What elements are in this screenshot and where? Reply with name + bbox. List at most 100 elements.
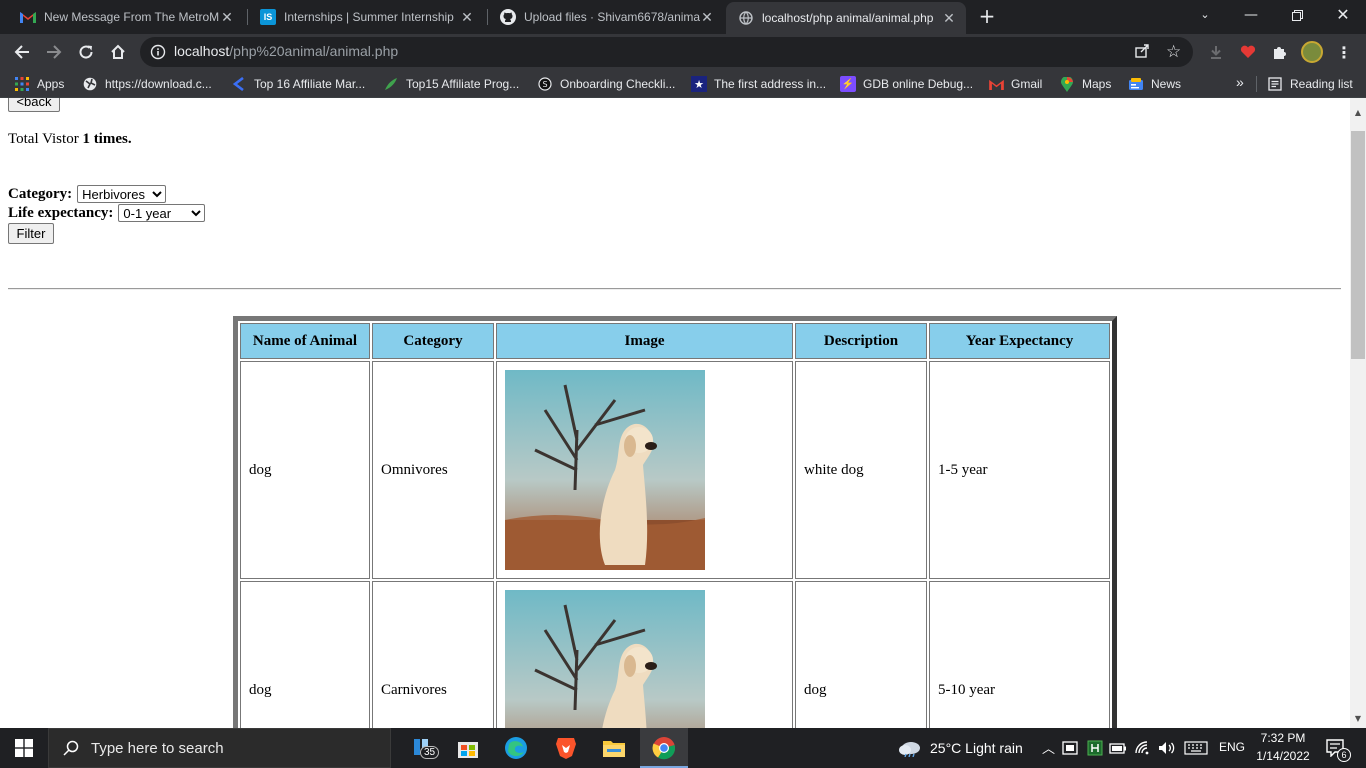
tab-internshala[interactable]: IS Internships | Summer Internship ✕ <box>248 0 484 34</box>
filter-button[interactable]: Filter <box>8 223 54 244</box>
back-button[interactable]: <back <box>8 98 60 112</box>
info-icon[interactable] <box>150 44 166 64</box>
reading-list-icon <box>1267 76 1283 92</box>
weather-text[interactable]: 25°C Light rain <box>930 740 1023 756</box>
close-icon[interactable]: ✕ <box>942 10 956 27</box>
gmail-icon <box>20 9 36 25</box>
category-label: Category: <box>8 185 73 202</box>
chrome-taskbar-active[interactable] <box>640 728 688 768</box>
brave-browser-icon[interactable] <box>552 734 580 762</box>
life-expectancy-select[interactable]: 0-1 year <box>118 204 206 222</box>
bookmark-gmail[interactable]: Gmail <box>988 76 1042 92</box>
battery-icon[interactable] <box>1108 734 1128 762</box>
share-icon[interactable] <box>1134 43 1150 63</box>
scroll-down-arrow-icon[interactable]: ▼ <box>1350 711 1366 727</box>
category-select[interactable]: Herbivores <box>77 185 167 203</box>
home-icon[interactable] <box>104 39 132 65</box>
header-year-expectancy: Year Expectancy <box>929 323 1110 359</box>
download-icon[interactable] <box>1202 39 1230 65</box>
tray-green-icon[interactable] <box>1085 734 1105 762</box>
address-bar[interactable]: localhost/php%20animal/animal.php ☆ <box>140 37 1193 67</box>
animals-table-container: Name of Animal Category Image Descriptio… <box>233 316 1117 728</box>
edge-browser-icon[interactable] <box>502 734 530 762</box>
reading-list-button[interactable]: Reading list <box>1267 76 1353 92</box>
search-placeholder: Type here to search <box>91 739 224 757</box>
tab-search-chevron-icon[interactable]: ⌄ <box>1182 0 1228 32</box>
menu-kebab-icon[interactable]: ⋮ <box>1330 39 1358 65</box>
profile-avatar[interactable] <box>1298 39 1326 65</box>
reading-list-label: Reading list <box>1290 77 1353 91</box>
bookmark-apps[interactable]: Apps <box>14 76 64 92</box>
bookmark-icon <box>231 76 247 92</box>
globe-icon <box>738 10 754 26</box>
weather-cloud-icon[interactable] <box>896 734 924 762</box>
keyboard-icon[interactable] <box>1183 734 1209 762</box>
url-text: localhost/php%20animal/animal.php <box>174 43 398 59</box>
file-explorer-icon[interactable] <box>600 734 628 762</box>
visitor-prefix: Total Vistor <box>8 131 83 147</box>
browser-toolbar: localhost/php%20animal/animal.php ☆ ⋮ <box>0 34 1366 70</box>
close-icon[interactable]: ✕ <box>460 9 474 26</box>
tab-title: Internships | Summer Internship <box>284 10 454 24</box>
cell-years: 5-10 year <box>929 581 1110 728</box>
dog-photo <box>505 590 705 728</box>
restore-button[interactable] <box>1274 0 1320 32</box>
tray-chevron-icon[interactable]: ︿ <box>1042 738 1055 757</box>
bookmark-label: Onboarding Checkli... <box>560 77 676 91</box>
forward-arrow-icon[interactable] <box>40 39 68 65</box>
bookmark-affiliate-16[interactable]: Top 16 Affiliate Mar... <box>231 76 365 92</box>
close-window-button[interactable]: ✕ <box>1320 0 1366 32</box>
minimize-button[interactable]: — <box>1228 0 1274 32</box>
bookmark-gdb[interactable]: ⚡ GDB online Debug... <box>840 76 973 92</box>
wifi-icon[interactable] <box>1133 734 1153 762</box>
new-tab-button[interactable]: + <box>976 5 998 29</box>
language-indicator[interactable]: ENG <box>1219 740 1245 754</box>
task-view-icon[interactable]: 35 <box>410 734 440 762</box>
tab-gmail[interactable]: New Message From The MetroM ✕ <box>8 0 244 34</box>
search-icon <box>63 740 79 756</box>
news-icon <box>1128 76 1144 92</box>
bolt-icon: ⚡ <box>840 76 856 92</box>
reload-icon[interactable] <box>72 39 100 65</box>
bookmark-first-address[interactable]: ★ The first address in... <box>691 76 826 92</box>
bookmarks-overflow-button[interactable]: » <box>1236 74 1244 90</box>
bookmark-label: GDB online Debug... <box>863 77 974 91</box>
globe-icon <box>82 76 98 92</box>
volume-icon[interactable] <box>1157 734 1177 762</box>
bookmark-download[interactable]: https://download.c... <box>82 76 212 92</box>
bookmark-label: Maps <box>1082 77 1112 91</box>
header-category: Category <box>372 323 494 359</box>
windows-start-icon[interactable] <box>10 734 38 762</box>
bookmark-star-icon[interactable]: ☆ <box>1166 42 1181 62</box>
cell-category: Omnivores <box>372 361 494 579</box>
bookmark-news[interactable]: News <box>1128 76 1181 92</box>
microsoft-store-icon[interactable] <box>454 734 482 762</box>
scrollbar-thumb[interactable] <box>1351 131 1365 359</box>
close-icon[interactable]: ✕ <box>220 9 234 26</box>
notification-center-icon[interactable]: 6 <box>1322 734 1351 762</box>
tab-github[interactable]: Upload files · Shivam6678/animal ✕ <box>488 0 724 34</box>
clock-date[interactable]: 1/14/2022 <box>1253 749 1313 763</box>
close-icon[interactable]: ✕ <box>700 9 714 26</box>
bookmark-label: Apps <box>37 77 65 91</box>
header-description: Description <box>795 323 927 359</box>
bookmark-affiliate-15[interactable]: Top15 Affiliate Prog... <box>383 76 519 92</box>
tab-localhost-active[interactable]: localhost/php animal/animal.php ✕ <box>726 2 966 34</box>
clock-time[interactable]: 7:32 PM <box>1258 731 1308 745</box>
tray-app-icon[interactable] <box>1060 734 1080 762</box>
back-arrow-icon[interactable] <box>8 39 36 65</box>
bookmark-onboarding[interactable]: S Onboarding Checkli... <box>537 76 675 92</box>
cell-image <box>496 581 793 728</box>
extensions-puzzle-icon[interactable] <box>1266 39 1294 65</box>
cell-description: dog <box>795 581 927 728</box>
header-name: Name of Animal <box>240 323 370 359</box>
star-icon: ★ <box>691 76 707 92</box>
scroll-up-arrow-icon[interactable]: ▲ <box>1350 105 1366 121</box>
cell-category: Carnivores <box>372 581 494 728</box>
apps-grid-icon <box>14 76 30 92</box>
taskbar-search-input[interactable]: Type here to search <box>48 728 391 768</box>
heart-extension-icon[interactable] <box>1234 39 1262 65</box>
visitor-counter: Total Vistor 1 times. <box>8 131 132 148</box>
bookmark-maps[interactable]: Maps <box>1059 76 1111 92</box>
bookmark-label: Top 16 Affiliate Mar... <box>254 77 366 91</box>
